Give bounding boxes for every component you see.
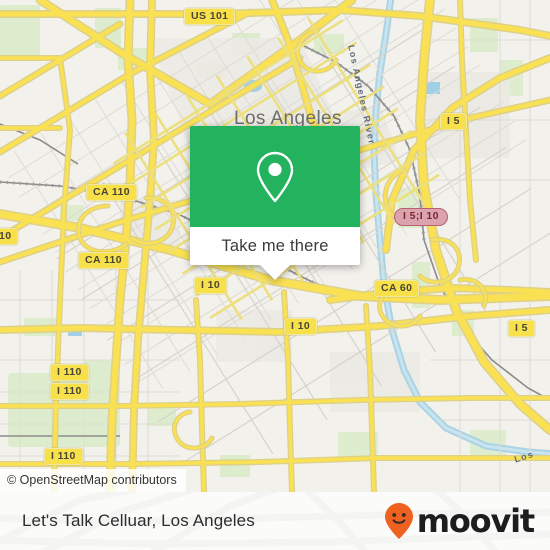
- highway-shield: CA 110: [78, 252, 130, 269]
- highway-shield: I 110: [44, 448, 83, 465]
- moovit-wordmark: moovit: [416, 502, 535, 540]
- popup-pointer-tail: [260, 265, 290, 280]
- take-me-there-label: Take me there: [221, 236, 329, 255]
- highway-shield: I 10: [194, 277, 228, 294]
- highway-shield: I 5: [440, 113, 467, 130]
- highway-shield: CA 110: [86, 184, 138, 201]
- highway-shield: I 10: [284, 318, 318, 335]
- highway-shield: I 110: [50, 383, 89, 400]
- highway-shield: I 5: [508, 320, 535, 337]
- popup-header: [190, 126, 360, 227]
- highway-shield: I 5;I 10: [394, 208, 448, 226]
- bottom-bar: Let's Talk Celluar, Los Angeles moovit: [0, 492, 550, 550]
- highway-shield: 10: [0, 228, 19, 245]
- place-title: Let's Talk Celluar, Los Angeles: [22, 511, 255, 530]
- location-popup-card[interactable]: Take me there: [190, 126, 360, 280]
- highway-shield: CA 60: [374, 280, 420, 297]
- take-me-there-button[interactable]: Take me there: [190, 227, 360, 265]
- moovit-logo[interactable]: moovit: [383, 501, 535, 541]
- highway-shield: US 101: [184, 8, 236, 25]
- map-pin-icon: [256, 151, 294, 202]
- moovit-smiley-pin-icon: [384, 503, 413, 539]
- map-screenshot: Los Angeles Los Angeles River Los US 101…: [0, 0, 550, 550]
- highway-shield: I 110: [50, 364, 89, 381]
- osm-attribution[interactable]: © OpenStreetMap contributors: [0, 469, 186, 492]
